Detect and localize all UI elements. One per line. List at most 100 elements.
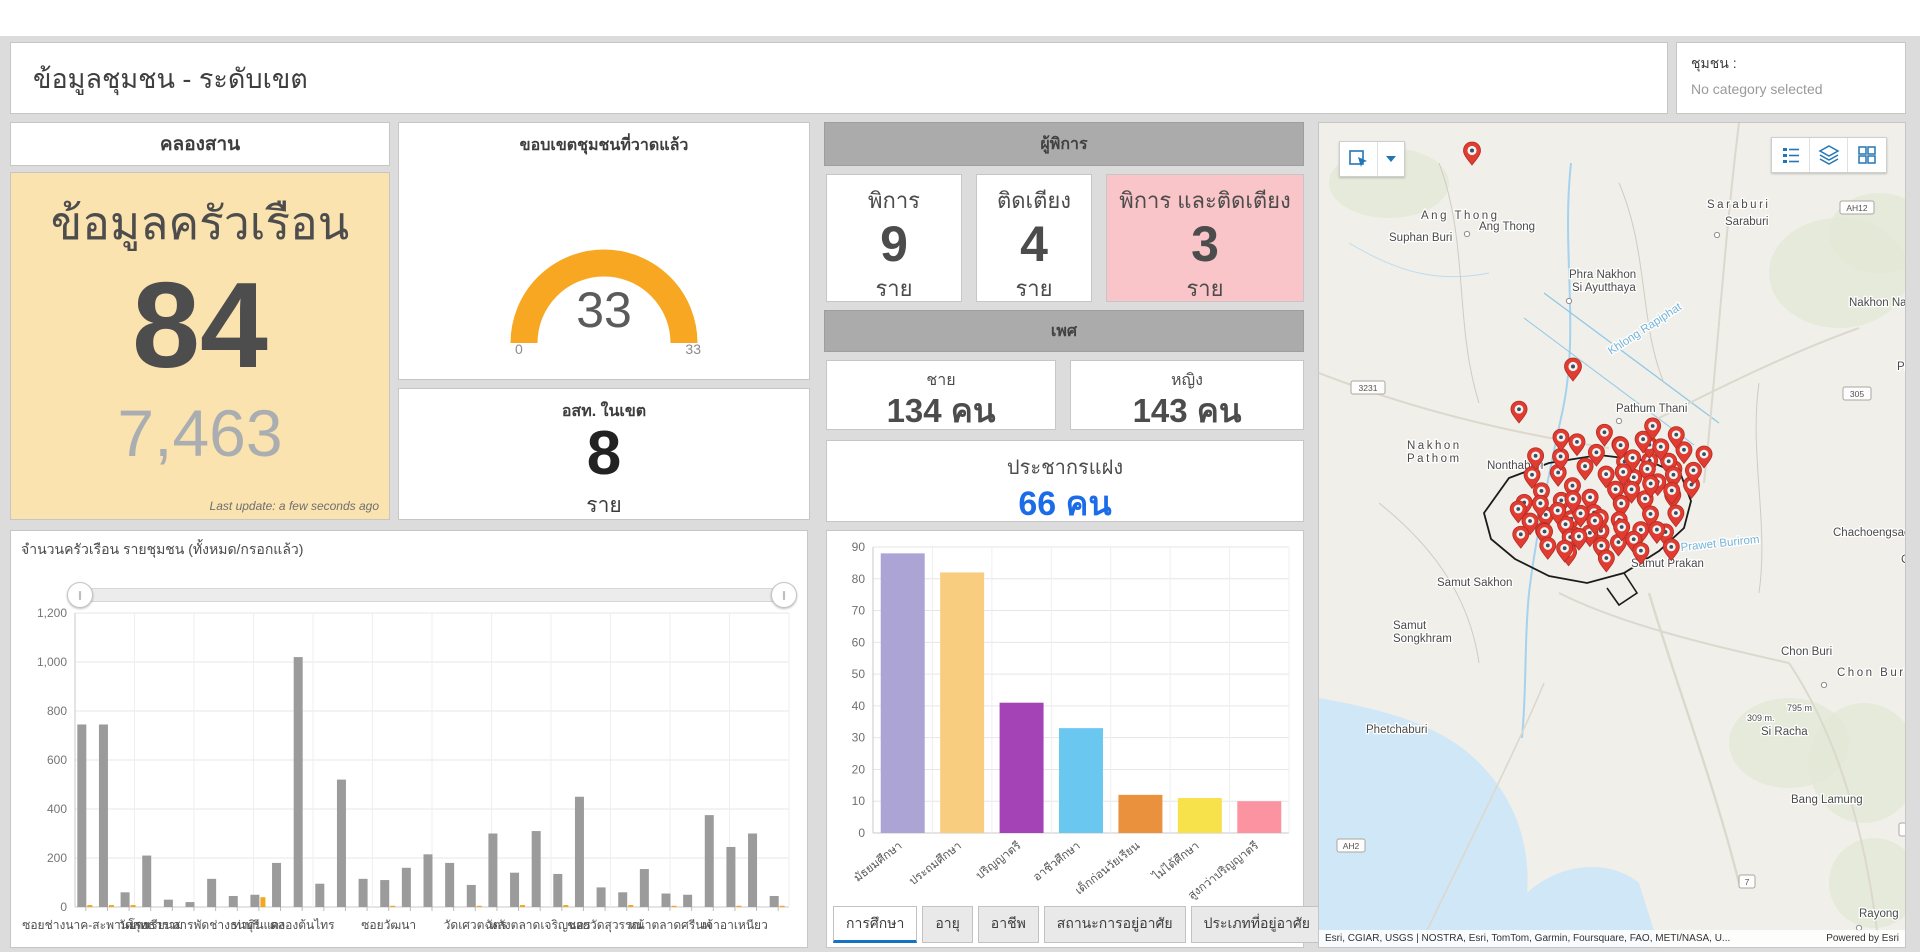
y-axis-tick: 200 (47, 851, 67, 865)
filled-bar[interactable] (672, 906, 677, 907)
x-axis-label-group: ปริญญาตรี (974, 839, 1024, 882)
total-bar[interactable] (640, 869, 649, 907)
y-axis-tick: 60 (852, 635, 866, 649)
total-bar[interactable] (402, 868, 411, 907)
filled-bar[interactable] (520, 905, 525, 907)
map-place-label: Samut (1393, 620, 1427, 632)
filled-bar[interactable] (87, 905, 92, 907)
filled-bar[interactable] (628, 905, 633, 907)
slider-handle-left[interactable]: ∥ (67, 582, 93, 608)
x-axis-label-group: ไม่ได้ศึกษา (1150, 839, 1202, 884)
total-bar[interactable] (359, 879, 368, 907)
total-bar[interactable] (553, 874, 562, 907)
total-bar[interactable] (467, 885, 476, 907)
map-select-tool-button[interactable] (1340, 142, 1378, 176)
total-bar[interactable] (229, 896, 238, 907)
gauge-value: 33 (399, 281, 809, 339)
category-selector-panel[interactable]: ชุมชน : No category selected (1676, 42, 1906, 114)
total-bar[interactable] (705, 815, 714, 907)
total-bar[interactable] (77, 724, 86, 907)
tab-education[interactable]: การศึกษา (833, 906, 917, 943)
total-bar[interactable] (294, 657, 303, 907)
total-bar[interactable] (532, 831, 541, 907)
disability-header-label: ผู้พิการ (1040, 132, 1087, 157)
legend-button[interactable] (1772, 138, 1810, 172)
total-bar[interactable] (662, 894, 671, 907)
disability-section-header: ผู้พิการ (824, 122, 1304, 166)
total-bar[interactable] (380, 880, 389, 907)
y-axis-tick: 80 (852, 572, 866, 586)
total-bar[interactable] (272, 863, 281, 907)
education-bar[interactable] (1118, 795, 1162, 833)
chart-range-slider[interactable]: ∥ ∥ (77, 588, 787, 602)
category-selector-value[interactable]: No category selected (1691, 81, 1891, 97)
map-canvas[interactable]: Suphan BuriAng ThongAng ThongSaraburiSar… (1319, 123, 1905, 947)
total-bar[interactable] (748, 834, 757, 908)
disabled-and-bedridden-label: พิการ และติดเตียง (1107, 183, 1303, 218)
total-bar[interactable] (575, 797, 584, 907)
total-bar[interactable] (250, 895, 259, 907)
gauge-min-label: 0 (515, 341, 523, 357)
layers-button[interactable] (1810, 138, 1848, 172)
y-axis-tick: 40 (852, 699, 866, 713)
female-label: หญิง (1071, 368, 1303, 393)
education-bar[interactable] (1178, 798, 1222, 833)
total-bar[interactable] (164, 900, 173, 907)
x-axis-label: เด็กก่อนวัยเรียน (1072, 837, 1143, 897)
total-bar[interactable] (683, 895, 692, 907)
total-bar[interactable] (510, 873, 519, 907)
map-place-label: Chon Buri (1781, 646, 1832, 658)
total-bar[interactable] (488, 834, 497, 908)
disabled-unit: ราย (827, 271, 961, 306)
filled-bar[interactable] (109, 905, 114, 907)
household-card-title: ข้อมูลครัวเรือน (51, 187, 349, 260)
road-shield-label: 305 (1850, 389, 1864, 399)
education-bar[interactable] (881, 553, 925, 833)
education-bar[interactable] (1059, 728, 1103, 833)
map-select-dropdown-button[interactable] (1378, 142, 1404, 176)
total-bar[interactable] (424, 854, 433, 907)
education-bar[interactable] (940, 572, 984, 833)
hidden-population-label: ประชากรแฝง (827, 451, 1303, 483)
disabled-label: พิการ (827, 183, 961, 218)
tab-residence-status[interactable]: สถานะการอยู่อาศัย (1044, 906, 1186, 943)
education-bar[interactable] (1000, 703, 1044, 833)
gender-header-label: เพศ (1051, 319, 1077, 344)
filled-bar[interactable] (390, 906, 395, 907)
total-bar[interactable] (445, 863, 454, 907)
total-bar[interactable] (99, 724, 108, 907)
total-bar[interactable] (207, 879, 216, 907)
powered-by-esri: Powered by Esri (1826, 933, 1899, 944)
x-axis-label-group: เด็กก่อนวัยเรียน (1072, 837, 1143, 897)
total-bar[interactable] (597, 887, 606, 907)
total-bar[interactable] (121, 892, 130, 907)
tab-residence-type[interactable]: ประเภทที่อยู่อาศัย (1191, 906, 1323, 943)
map-attribution: Esri, CGIAR, USGS | NOSTRA, Esri, TomTom… (1319, 930, 1905, 947)
total-bar[interactable] (337, 780, 346, 907)
tab-age[interactable]: อายุ (922, 906, 972, 943)
basemap-gallery-button[interactable] (1848, 138, 1886, 172)
city-dot (1714, 232, 1719, 237)
gauge-panel: ขอบเขตชุมชนที่วาดแล้ว 33 0 33 (398, 122, 810, 380)
total-bar[interactable] (770, 896, 779, 907)
total-bar[interactable] (726, 847, 735, 907)
filled-bar[interactable] (131, 905, 136, 907)
filled-bar[interactable] (736, 906, 741, 907)
total-bar[interactable] (142, 856, 151, 907)
total-bar[interactable] (186, 902, 195, 907)
female-card: หญิง 143 คน (1070, 360, 1304, 430)
y-axis-tick: 0 (858, 826, 865, 840)
road-shield-label: AH2 (1343, 841, 1360, 851)
total-bar[interactable] (618, 892, 627, 907)
legend-icon (1781, 145, 1801, 165)
map-panel[interactable]: Suphan BuriAng ThongAng ThongSaraburiSar… (1318, 122, 1906, 948)
y-axis-tick: 30 (852, 731, 866, 745)
filled-bar[interactable] (563, 905, 568, 907)
tab-occupation[interactable]: อาชีพ (978, 906, 1039, 943)
filled-bar[interactable] (780, 906, 785, 907)
filled-bar[interactable] (477, 906, 482, 907)
total-bar[interactable] (315, 884, 324, 907)
education-bar[interactable] (1237, 801, 1281, 833)
slider-handle-right[interactable]: ∥ (771, 582, 797, 608)
filled-bar[interactable] (260, 897, 265, 907)
